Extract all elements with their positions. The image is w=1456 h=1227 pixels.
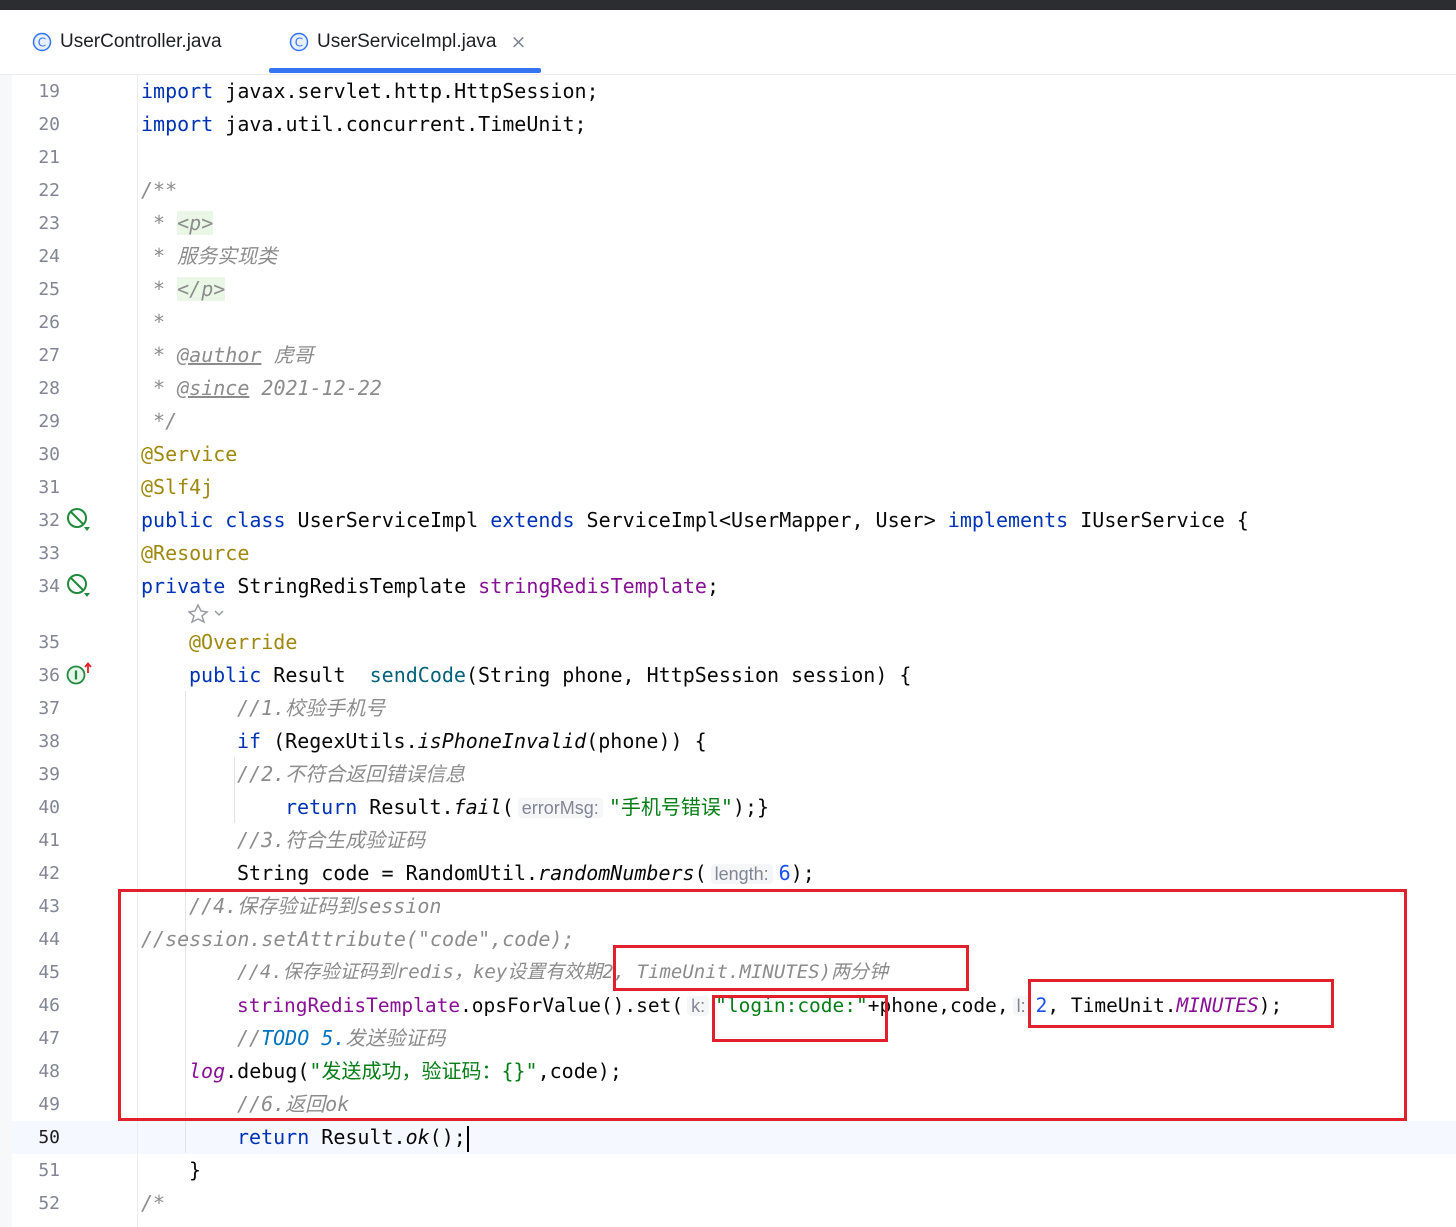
code-line-20: 20 import java.util.concurrent.TimeUnit; <box>0 108 1456 141</box>
svg-text:C: C <box>38 36 46 50</box>
line-number: 29 <box>38 411 60 432</box>
line-number: 38 <box>38 731 60 752</box>
tab-usercontroller[interactable]: C UserController.java <box>32 10 222 74</box>
code-line-39: 39 //2.不符合返回错误信息 <box>0 758 1456 791</box>
line-number: 41 <box>38 830 60 851</box>
line-number: 37 <box>38 698 60 719</box>
line-number: 26 <box>38 312 60 333</box>
parameter-hint: length: <box>710 864 773 884</box>
code-line-24: 24 * 服务实现类 <box>0 240 1456 273</box>
line-number: 46 <box>38 995 60 1016</box>
line-number: 47 <box>38 1028 60 1049</box>
text-caret <box>466 1125 469 1152</box>
line-number: 43 <box>38 896 60 917</box>
ai-lens-icon[interactable] <box>188 603 228 625</box>
line-number: 39 <box>38 764 60 785</box>
code-line-29: 29 */ <box>0 405 1456 438</box>
line-number: 32 <box>38 510 60 531</box>
code-line-44: 44 //session.setAttribute("code",code); <box>0 923 1456 956</box>
line-number: 35 <box>38 632 60 653</box>
line-number: 27 <box>38 345 60 366</box>
line-number: 21 <box>38 147 60 168</box>
parameter-hint: k: <box>687 996 710 1016</box>
line-number: 31 <box>38 477 60 498</box>
line-number: 51 <box>38 1160 60 1181</box>
line-number: 45 <box>38 962 60 983</box>
code-line-46: 46 stringRedisTemplate.opsForValue().set… <box>0 989 1456 1022</box>
code-line-23: 23 * <p> <box>0 207 1456 240</box>
line-number: 52 <box>38 1193 60 1214</box>
code-line-26: 26 * <box>0 306 1456 339</box>
parameter-hint: errorMsg: <box>517 798 603 818</box>
svg-text:I: I <box>74 669 78 683</box>
line-number: 28 <box>38 378 60 399</box>
line-number: 19 <box>38 81 60 102</box>
line-number: 48 <box>38 1061 60 1082</box>
code-line-42: 42 String code = RandomUtil.randomNumber… <box>0 857 1456 890</box>
line-number: 44 <box>38 929 60 950</box>
code-line-33: 33 @Resource <box>0 537 1456 570</box>
code-line-38: 38 if (RegexUtils.isPhoneInvalid(phone))… <box>0 725 1456 758</box>
line-number: 50 <box>38 1127 60 1148</box>
no-usages-icon[interactable] <box>66 573 92 599</box>
code-line-45: 45 //4.保存验证码到redis，key设置有效期2, TimeUnit.M… <box>0 956 1456 989</box>
code-line-35: 35 @Override <box>0 626 1456 659</box>
line-number: 25 <box>38 279 60 300</box>
parameter-hint: l: <box>1012 996 1030 1016</box>
code-line-47: 47 //TODO 5.发送验证码 <box>0 1022 1456 1055</box>
editor-tab-bar: C UserController.java C UserServiceImpl.… <box>0 10 1456 75</box>
line-number: 42 <box>38 863 60 884</box>
line-number: 22 <box>38 180 60 201</box>
line-number: 30 <box>38 444 60 465</box>
svg-text:C: C <box>295 36 303 50</box>
window-top-strip <box>0 0 1456 10</box>
line-number: 20 <box>38 114 60 135</box>
line-number: 33 <box>38 543 60 564</box>
line-number: 36 <box>38 665 60 686</box>
java-class-icon: C <box>289 32 309 52</box>
code-line-34: 34 private StringRedisTemplate stringRed… <box>0 570 1456 603</box>
tab-userserviceimpl[interactable]: C UserServiceImpl.java × <box>289 10 526 74</box>
code-line-41: 41 //3.符合生成验证码 <box>0 824 1456 857</box>
code-line-30: 30 @Service <box>0 438 1456 471</box>
tab-label: UserServiceImpl.java <box>317 31 497 52</box>
code-line-21: 21 <box>0 141 1456 174</box>
code-line-52: 52 /* <box>0 1187 1456 1220</box>
code-line-25: 25 * </p> <box>0 273 1456 306</box>
code-line-40: 40 return Result.fail(errorMsg: "手机号错误");… <box>0 791 1456 824</box>
code-line-48: 48 log.debug("发送成功，验证码：{}",code); <box>0 1055 1456 1088</box>
no-usages-icon[interactable] <box>66 507 92 533</box>
code-line-43: 43 //4.保存验证码到session <box>0 890 1456 923</box>
close-icon[interactable]: × <box>511 31 527 53</box>
code-line-37: 37 //1.校验手机号 <box>0 692 1456 725</box>
java-class-icon: C <box>32 32 52 52</box>
line-number: 23 <box>38 213 60 234</box>
code-line-28: 28 * @since 2021-12-22 <box>0 372 1456 405</box>
code-line-19: 19 import javax.servlet.http.HttpSession… <box>0 75 1456 108</box>
line-number: 34 <box>38 576 60 597</box>
code-line-27: 27 * @author 虎哥 <box>0 339 1456 372</box>
tab-label: UserController.java <box>60 31 222 52</box>
code-line-31: 31 @Slf4j <box>0 471 1456 504</box>
code-line-49: 49 //6.返回ok <box>0 1088 1456 1121</box>
code-line-22: 22 /** <box>0 174 1456 207</box>
line-number: 49 <box>38 1094 60 1115</box>
implements-method-icon[interactable]: I <box>66 662 92 688</box>
active-tab-indicator <box>269 68 541 73</box>
code-line-36: 36 I public Result sendCode(String phone… <box>0 659 1456 692</box>
code-line-32: 32 public class UserServiceImpl extends … <box>0 504 1456 537</box>
line-number: 40 <box>38 797 60 818</box>
line-number: 24 <box>38 246 60 267</box>
code-line-50: 50 return Result.ok(); <box>0 1121 1456 1154</box>
code-line-51: 51 } <box>0 1154 1456 1187</box>
